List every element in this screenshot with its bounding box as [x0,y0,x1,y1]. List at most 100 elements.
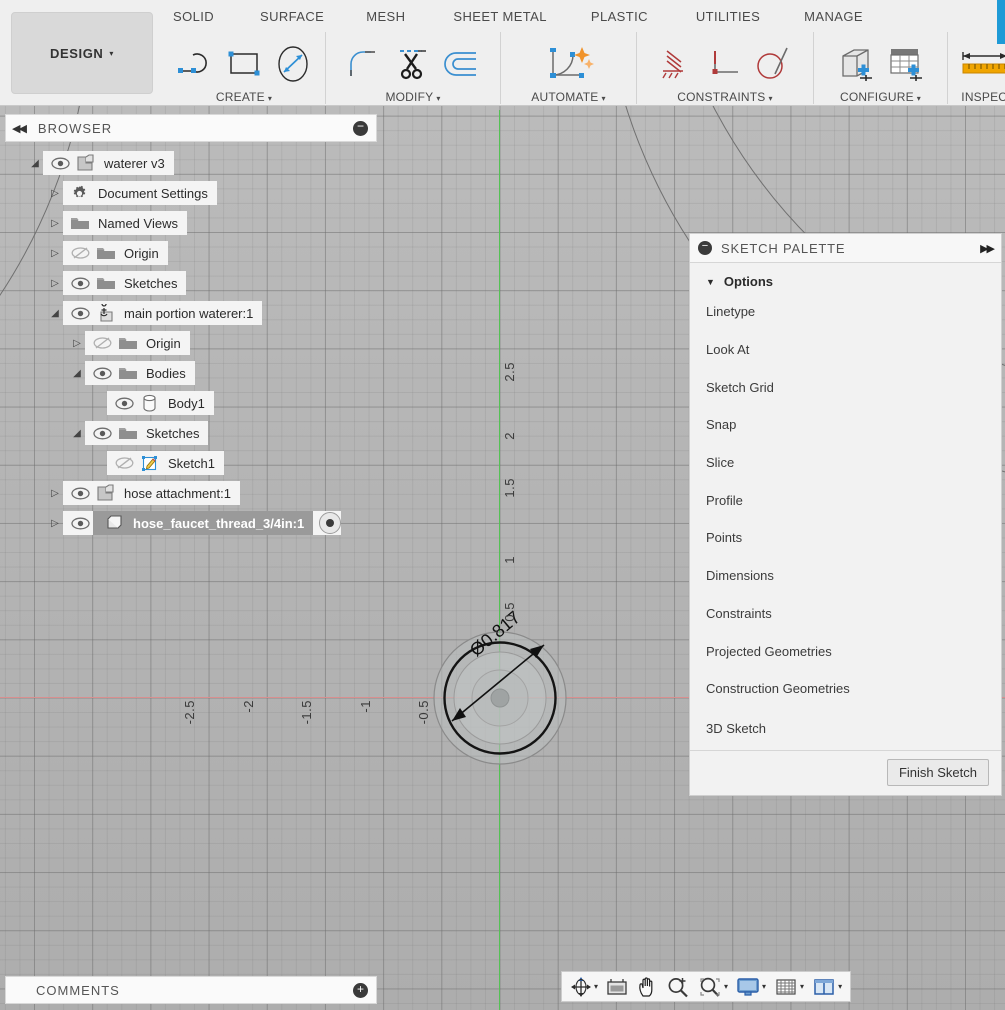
twisty-closed-icon[interactable] [47,218,63,229]
tree-row-bodies[interactable]: Bodies [5,360,377,386]
eye-hidden-icon[interactable] [111,456,137,470]
chevron-down-icon[interactable]: ▾ [800,982,804,991]
tab-utilities[interactable]: UTILITIES [686,5,770,28]
selected-item-highlight[interactable]: hose_faucet_thread_3/4in:1 [93,511,314,535]
tree-row-origin-root[interactable]: Origin [5,240,377,266]
tree-item-content[interactable]: waterer v3 [43,151,174,175]
twisty-closed-icon[interactable] [47,248,63,259]
tab-surface[interactable]: SURFACE [250,5,334,28]
viewports-button[interactable]: ▾ [809,973,845,1000]
configure-part-icon[interactable] [834,43,878,85]
tree-row-body1[interactable]: Body1 [5,390,377,416]
chevron-down-icon[interactable]: ▾ [769,94,773,103]
tab-manage[interactable]: MANAGE [794,5,873,28]
perpendicular-icon[interactable] [703,43,747,85]
tree-row-hose-faucet-thread[interactable]: hose_faucet_thread_3/4in:1 [5,510,377,536]
tree-row-waterer-v3[interactable]: waterer v3 [5,150,377,176]
eye-visible-icon[interactable] [89,367,115,380]
tree-item-content[interactable]: Body1 [107,391,214,415]
twisty-closed-icon[interactable] [69,338,85,349]
ribbon-overflow-indicator[interactable] [997,0,1005,44]
tree-row-origin-sub[interactable]: Origin [5,330,377,356]
eye-visible-icon[interactable] [67,517,93,530]
navigation-bar: ▾ ▾ ▾ ▾ ▾ [561,971,852,1002]
chevron-down-icon[interactable]: ▾ [594,982,598,991]
orbit-button[interactable]: ▾ [567,973,601,1000]
rectangle-icon[interactable] [222,43,266,85]
minimize-icon[interactable]: − [698,241,712,255]
twisty-open-icon[interactable] [27,158,43,169]
tab-solid[interactable]: SOLID [163,5,224,28]
minimize-icon[interactable]: − [353,120,368,136]
fillet-icon[interactable] [342,43,386,85]
tree-item-content[interactable]: Origin [63,241,168,265]
configure-table-icon[interactable] [883,43,927,85]
expand-right-icon[interactable]: ▶▶ [980,242,995,255]
circle-icon[interactable] [271,43,315,85]
tree-item-content[interactable]: Document Settings [63,181,217,205]
eye-visible-icon[interactable] [67,277,93,290]
eye-visible-icon[interactable] [67,487,93,500]
tree-item-content[interactable]: Sketch1 [107,451,224,475]
twisty-open-icon[interactable] [69,428,85,439]
eye-hidden-icon[interactable] [89,336,115,350]
twisty-closed-icon[interactable] [47,518,63,529]
chevron-down-icon[interactable]: ▾ [268,94,272,103]
fix-icon[interactable] [654,43,698,85]
tree-item-content[interactable]: main portion waterer:1 [63,301,263,325]
eye-visible-icon[interactable] [67,307,93,320]
palette-label: Constraints [706,605,772,621]
workspace-switcher-button[interactable]: DESIGN ▾ [11,12,153,94]
tree-row-sketches-sub[interactable]: Sketches [5,420,377,446]
comments-panel-header[interactable]: COMMENTS + [5,976,377,1004]
pan-button[interactable] [633,973,661,1000]
chevron-down-icon[interactable]: ▾ [436,94,440,103]
tab-plastic[interactable]: PLASTIC [581,5,658,28]
auto-constrain-icon[interactable] [540,43,598,85]
eye-visible-icon[interactable] [89,427,115,440]
twisty-closed-icon[interactable] [47,278,63,289]
tree-item-content[interactable]: hose attachment:1 [63,481,240,505]
tree-row-main-portion-waterer[interactable]: main portion waterer:1 [5,300,377,326]
tree-row-hose-attachment[interactable]: hose attachment:1 [5,480,377,506]
tree-row-sketches-root[interactable]: Sketches [5,270,377,296]
options-section-header[interactable]: ▼ Options [690,263,1001,293]
chevron-down-icon[interactable]: ▾ [601,94,605,103]
twisty-closed-icon[interactable] [47,488,63,499]
selected-radio-icon[interactable] [319,512,342,534]
add-icon[interactable]: + [353,982,368,998]
twisty-closed-icon[interactable] [47,188,63,199]
tree-row-sketch1[interactable]: Sketch1 [5,450,377,476]
chevron-down-icon[interactable]: ▾ [762,982,766,991]
tree-row-named-views[interactable]: Named Views [5,210,377,236]
twisty-open-icon[interactable] [47,308,63,319]
tree-item-content[interactable]: Named Views [63,211,187,235]
tree-item-content[interactable]: Origin [85,331,190,355]
tab-mesh[interactable]: MESH [356,5,415,28]
chevron-down-icon[interactable]: ▾ [838,982,842,991]
offset-icon[interactable] [440,43,484,85]
twisty-open-icon[interactable] [69,368,85,379]
eye-hidden-icon[interactable] [67,246,93,260]
tree-item-content[interactable]: Sketches [85,421,209,445]
line-icon[interactable] [173,43,217,85]
eye-visible-icon[interactable] [47,157,73,170]
grid-settings-button[interactable]: ▾ [771,973,807,1000]
tree-item-content[interactable]: hose_faucet_thread_3/4in:1 [63,511,342,535]
tree-item-content[interactable]: Bodies [85,361,195,385]
chevron-down-icon[interactable]: ▾ [917,94,921,103]
collapse-left-icon[interactable]: ◀◀ [12,122,27,135]
measure-icon[interactable] [957,43,1005,85]
zoom-button[interactable] [663,973,693,1000]
chevron-down-icon[interactable]: ▾ [724,982,728,991]
tab-sheet-metal[interactable]: SHEET METAL [443,5,557,28]
look-at-button[interactable] [603,973,631,1000]
zoom-window-button[interactable]: ▾ [695,973,731,1000]
finish-sketch-button[interactable]: Finish Sketch [886,759,989,787]
tangent-icon[interactable] [752,43,796,85]
display-settings-button[interactable]: ▾ [733,973,769,1000]
eye-visible-icon[interactable] [111,397,137,410]
tree-row-document-settings[interactable]: Document Settings [5,180,377,206]
trim-icon[interactable] [391,43,435,85]
tree-item-content[interactable]: Sketches [63,271,187,295]
